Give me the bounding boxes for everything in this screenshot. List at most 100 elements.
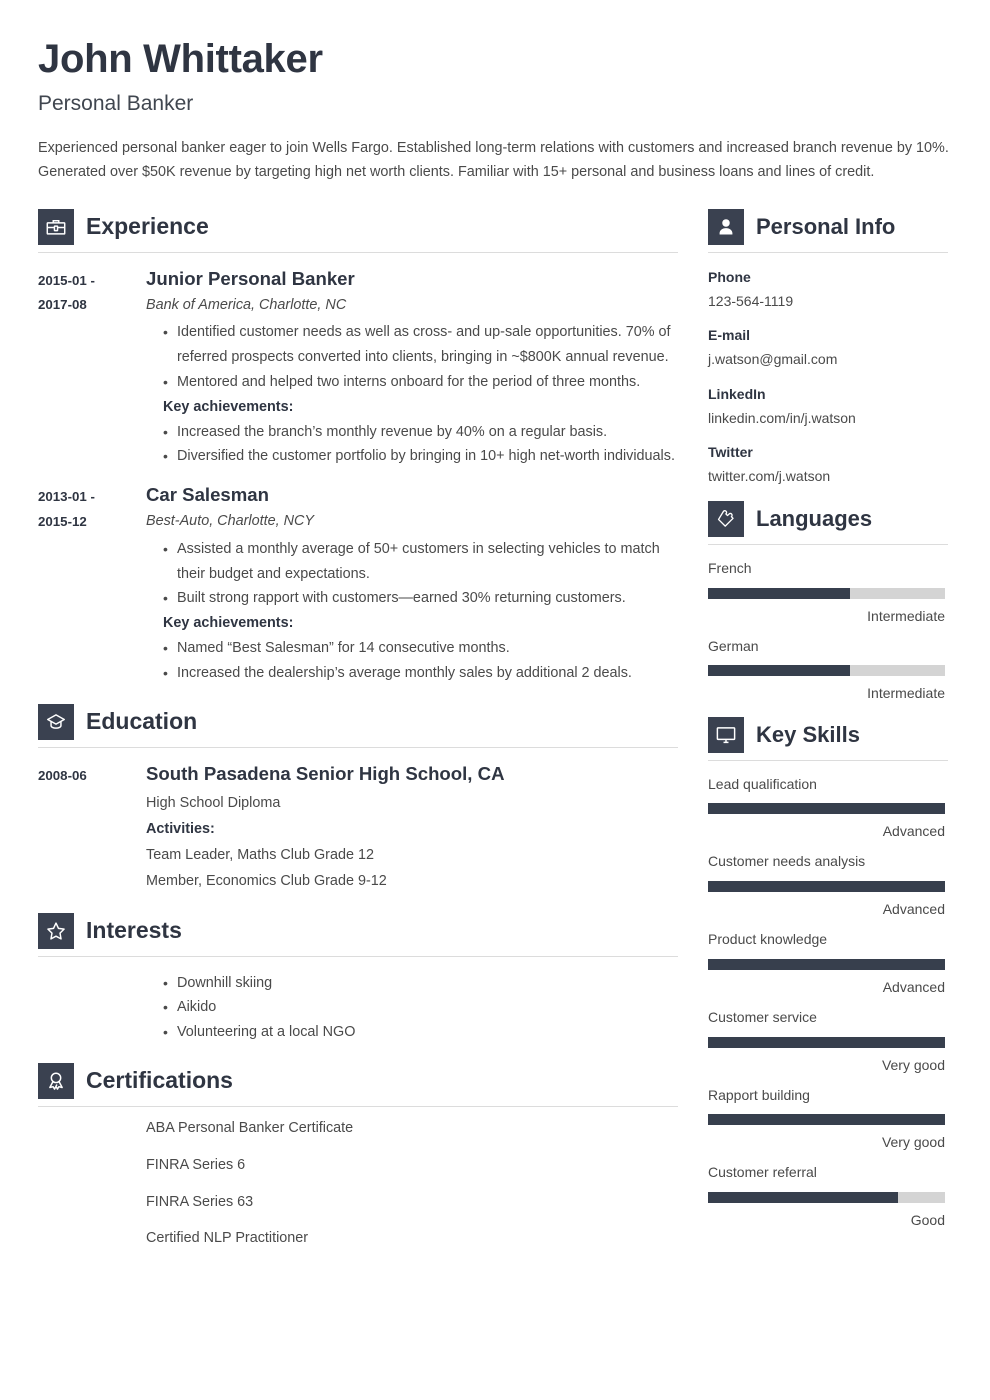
section-header-languages: Languages xyxy=(708,501,948,545)
rating-fill xyxy=(708,1192,898,1204)
list-item: FINRA Series 63 xyxy=(146,1193,254,1210)
education-activity: Team Leader, Maths Club Grade 12 xyxy=(146,847,374,864)
rating-track xyxy=(708,665,945,677)
section-certifications: Certifications ABA Personal Banker Certi… xyxy=(38,1062,678,1247)
section-education: Education 2008-06 South Pasadena Senior … xyxy=(38,703,678,895)
field-label: LinkedIn xyxy=(708,385,766,402)
list-item: Diversified the customer portfolio by br… xyxy=(163,444,678,469)
star-icon xyxy=(38,912,74,949)
language-rating: French Intermediate xyxy=(708,559,948,625)
experience-date: 2015-01 - 2017-08 xyxy=(38,267,146,469)
graduation-cap-icon xyxy=(38,703,74,740)
language-level: Intermediate xyxy=(867,685,945,702)
person-icon xyxy=(708,208,744,245)
experience-bullet-list: Identified customer needs as well as cro… xyxy=(146,320,678,394)
section-header-key-skills: Key Skills xyxy=(708,716,948,761)
education-degree: High School Diploma xyxy=(146,794,281,811)
experience-company: Bank of America, Charlotte, NC xyxy=(146,296,347,313)
date-line-start: 2013-01 - xyxy=(38,489,95,505)
candidate-name: John Whittaker xyxy=(38,37,323,81)
list-item: Identified customer needs as well as cro… xyxy=(163,320,678,370)
rating-fill xyxy=(708,665,851,677)
section-title: Languages xyxy=(756,506,873,531)
skill-name: Lead qualification xyxy=(708,775,817,792)
experience-details: Junior Personal Banker Bank of America, … xyxy=(146,267,678,469)
list-item: Named “Best Salesman” for 14 consecutive… xyxy=(163,636,678,661)
rating-fill xyxy=(708,880,945,892)
education-activity: Member, Economics Club Grade 9-12 xyxy=(146,873,387,890)
skill-rating: Customer needs analysis Advanced xyxy=(708,852,948,918)
interests-list: Downhill skiing Aikido Volunteering at a… xyxy=(146,971,678,1045)
field-value: 123-564-1119 xyxy=(708,292,794,309)
section-key-skills: Key Skills Lead qualification Advanced C… xyxy=(708,716,948,1230)
list-item: Volunteering at a local NGO xyxy=(163,1020,678,1045)
certifications-content: ABA Personal Banker Certificate FINRA Se… xyxy=(38,1119,678,1247)
monitor-icon xyxy=(708,716,744,753)
rating-fill xyxy=(708,803,945,815)
rating-track xyxy=(708,1036,945,1048)
experience-entry: 2013-01 - 2015-12 Car Salesman Best-Auto… xyxy=(38,483,678,685)
rating-fill xyxy=(708,587,851,599)
skill-level: Advanced xyxy=(882,978,945,995)
experience-job-title: Car Salesman xyxy=(146,484,269,506)
professional-summary: Experienced personal banker eager to joi… xyxy=(38,140,949,180)
experience-details: Car Salesman Best-Auto, Charlotte, NCY A… xyxy=(146,483,678,685)
skill-rating: Lead qualification Advanced xyxy=(708,775,948,841)
section-personal-info: Personal Info Phone 123-564-1119 E-mail … xyxy=(708,208,948,487)
list-item: Certified NLP Practitioner xyxy=(146,1230,309,1247)
skill-rating: Product knowledge Advanced xyxy=(708,930,948,996)
list-item: Increased the branch’s monthly revenue b… xyxy=(163,420,678,445)
list-item: ABA Personal Banker Certificate xyxy=(146,1119,354,1136)
resume-body: Experience 2015-01 - 2017-08 Junior Pers… xyxy=(38,208,950,1269)
rating-track xyxy=(708,803,945,815)
right-column: Personal Info Phone 123-564-1119 E-mail … xyxy=(708,208,948,1242)
section-title: Key Skills xyxy=(756,721,860,747)
skill-level: Good xyxy=(910,1212,945,1229)
section-title: Certifications xyxy=(86,1067,233,1094)
skill-level: Very good xyxy=(881,1134,945,1151)
section-header-education: Education xyxy=(38,703,678,748)
field-value[interactable]: twitter.com/j.watson xyxy=(708,467,948,487)
rating-track xyxy=(708,958,945,970)
skill-rating: Customer referral Good xyxy=(708,1163,948,1229)
date-line-end: 2017-08 xyxy=(38,297,87,313)
skill-name: Customer needs analysis xyxy=(708,853,866,870)
experience-bullet-list: Assisted a monthly average of 50+ custom… xyxy=(146,537,678,611)
experience-achievement-list: Increased the branch’s monthly revenue b… xyxy=(146,420,678,470)
resume-page: John Whittaker Personal Banker Experienc… xyxy=(0,0,990,1400)
skill-rating: Customer service Very good xyxy=(708,1008,948,1074)
section-experience: Experience 2015-01 - 2017-08 Junior Pers… xyxy=(38,208,678,686)
rating-track xyxy=(708,1114,945,1126)
list-item: Downhill skiing xyxy=(163,971,678,996)
skill-name: Customer referral xyxy=(708,1164,817,1181)
award-ribbon-icon xyxy=(38,1062,74,1099)
list-item: Built strong rapport with customers—earn… xyxy=(163,586,678,611)
personal-info-field: Twitter twitter.com/j.watson xyxy=(708,442,948,487)
section-header-certifications: Certifications xyxy=(38,1062,678,1107)
field-value[interactable]: linkedin.com/in/j.watson xyxy=(708,409,948,429)
education-entry: 2008-06 South Pasadena Senior High Schoo… xyxy=(38,762,678,895)
briefcase-icon xyxy=(38,208,74,245)
section-title: Personal Info xyxy=(756,213,896,239)
language-name: German xyxy=(708,637,759,654)
skill-rating: Rapport building Very good xyxy=(708,1086,948,1152)
skill-level: Very good xyxy=(881,1056,945,1073)
skill-level: Advanced xyxy=(882,823,945,840)
interests-content: Downhill skiing Aikido Volunteering at a… xyxy=(38,971,678,1045)
list-item: Mentored and helped two interns onboard … xyxy=(163,370,678,395)
left-column: Experience 2015-01 - 2017-08 Junior Pers… xyxy=(38,208,678,1269)
personal-info-field: Phone 123-564-1119 xyxy=(708,267,948,312)
list-item: Assisted a monthly average of 50+ custom… xyxy=(163,537,678,587)
list-item: Increased the dealership’s average month… xyxy=(163,661,678,686)
field-label: Phone xyxy=(708,268,751,285)
language-level: Intermediate xyxy=(867,607,945,624)
education-details: South Pasadena Senior High School, CA Hi… xyxy=(146,762,678,895)
section-interests: Interests Downhill skiing Aikido Volunte… xyxy=(38,912,678,1045)
section-header-interests: Interests xyxy=(38,912,678,957)
skill-level: Advanced xyxy=(882,900,945,917)
language-rating: German Intermediate xyxy=(708,637,948,703)
candidate-job-title: Personal Banker xyxy=(38,92,194,115)
experience-job-title: Junior Personal Banker xyxy=(146,267,355,289)
education-school: South Pasadena Senior High School, CA xyxy=(146,762,505,784)
section-header-personal-info: Personal Info xyxy=(708,208,948,253)
